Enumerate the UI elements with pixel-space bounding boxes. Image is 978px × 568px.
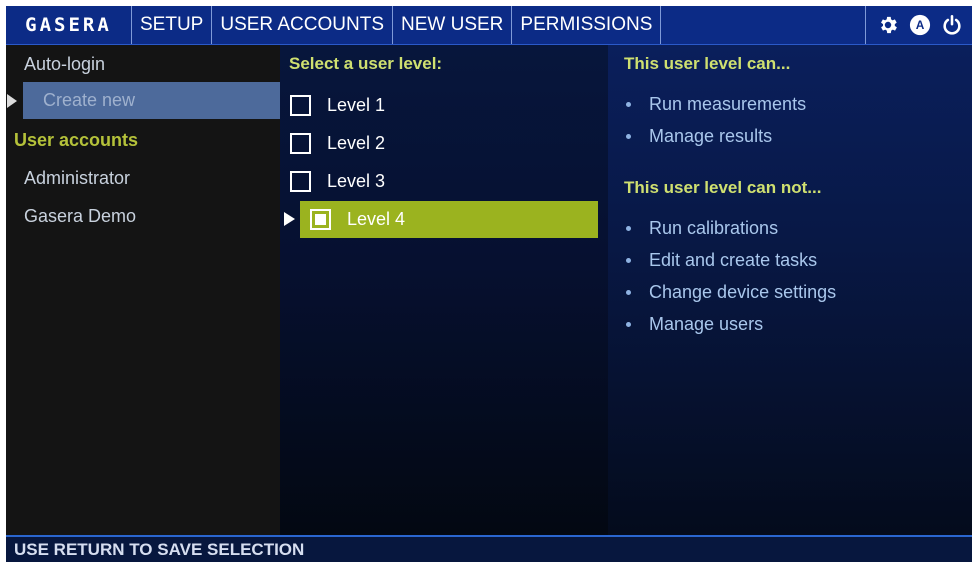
permission-label: Run measurements bbox=[649, 93, 807, 114]
user-accounts-heading: User accounts bbox=[14, 129, 139, 150]
user-a-icon[interactable]: A bbox=[908, 13, 932, 37]
autologin-item[interactable]: Auto-login bbox=[6, 45, 280, 83]
bullet-icon bbox=[626, 101, 631, 107]
autologin-label: Auto-login bbox=[24, 53, 106, 74]
level-option-3[interactable]: Level 3 bbox=[290, 163, 598, 200]
checkbox[interactable] bbox=[290, 171, 311, 192]
checkbox[interactable] bbox=[290, 133, 311, 154]
bullet-icon bbox=[626, 321, 631, 327]
status-hint: USE RETURN TO SAVE SELECTION bbox=[14, 539, 305, 559]
user-accounts-header: User accounts bbox=[6, 121, 280, 159]
permission-item: Run calibrations bbox=[624, 212, 836, 244]
svg-text:A: A bbox=[916, 18, 925, 32]
cannot-list: Run calibrations Edit and create tasks C… bbox=[624, 212, 836, 340]
level-option-1[interactable]: Level 1 bbox=[290, 87, 598, 124]
checkbox[interactable] bbox=[290, 95, 311, 116]
account-item-administrator[interactable]: Administrator bbox=[6, 159, 280, 197]
tab-new-user[interactable]: NEW USER bbox=[393, 6, 513, 44]
tab-user-accounts[interactable]: USER ACCOUNTS bbox=[212, 6, 393, 44]
level-label: Level 3 bbox=[327, 171, 386, 191]
permission-label: Manage results bbox=[649, 125, 773, 146]
selection-arrow-icon bbox=[7, 94, 17, 108]
permission-item: Change device settings bbox=[624, 276, 836, 308]
permission-label: Run calibrations bbox=[649, 217, 779, 238]
gear-icon[interactable] bbox=[876, 13, 900, 37]
bullet-icon bbox=[626, 225, 631, 231]
account-label: Gasera Demo bbox=[24, 205, 137, 226]
level-label: Level 2 bbox=[327, 133, 386, 153]
permission-label: Manage users bbox=[649, 313, 764, 334]
level-option-2[interactable]: Level 2 bbox=[290, 125, 598, 162]
level-label: Level 4 bbox=[347, 209, 406, 229]
cannot-heading: This user level can not... bbox=[624, 178, 822, 197]
can-list: Run measurements Manage results bbox=[624, 88, 806, 152]
gasera-logo: GASERA bbox=[6, 6, 132, 44]
tab-setup[interactable]: SETUP bbox=[132, 6, 213, 44]
selection-arrow-icon bbox=[284, 212, 295, 226]
permission-item: Manage results bbox=[624, 120, 806, 152]
level-selection-panel: Select a user level: Level 1 Level 2 Lev… bbox=[280, 45, 608, 535]
permission-label: Change device settings bbox=[649, 281, 837, 302]
sidebar: Auto-login Create new User accounts Admi… bbox=[6, 45, 280, 535]
permission-label: Edit and create tasks bbox=[649, 249, 818, 270]
permission-item: Edit and create tasks bbox=[624, 244, 836, 276]
bullet-icon bbox=[626, 289, 631, 295]
account-item-gasera-demo[interactable]: Gasera Demo bbox=[6, 197, 280, 235]
level-heading: Select a user level: bbox=[289, 54, 443, 73]
permissions-panel: This user level can... Run measurements … bbox=[608, 45, 972, 535]
tab-permissions[interactable]: PERMISSIONS bbox=[512, 6, 662, 44]
permission-item: Manage users bbox=[624, 308, 836, 340]
permission-item: Run measurements bbox=[624, 88, 806, 120]
top-nav-bar: GASERA SETUP USER ACCOUNTS NEW USER PERM… bbox=[6, 6, 972, 45]
create-new-item[interactable]: Create new bbox=[23, 82, 280, 119]
level-option-4[interactable]: Level 4 bbox=[300, 201, 598, 238]
top-icons-group: A bbox=[865, 6, 972, 44]
status-bar: USE RETURN TO SAVE SELECTION bbox=[6, 535, 972, 562]
bullet-icon bbox=[626, 133, 631, 139]
account-label: Administrator bbox=[24, 167, 131, 188]
can-heading: This user level can... bbox=[624, 54, 791, 73]
power-icon[interactable] bbox=[940, 13, 964, 37]
bullet-icon bbox=[626, 257, 631, 263]
checkbox-checked[interactable] bbox=[310, 209, 331, 230]
level-label: Level 1 bbox=[327, 95, 386, 115]
app-frame: GASERA SETUP USER ACCOUNTS NEW USER PERM… bbox=[6, 6, 972, 562]
